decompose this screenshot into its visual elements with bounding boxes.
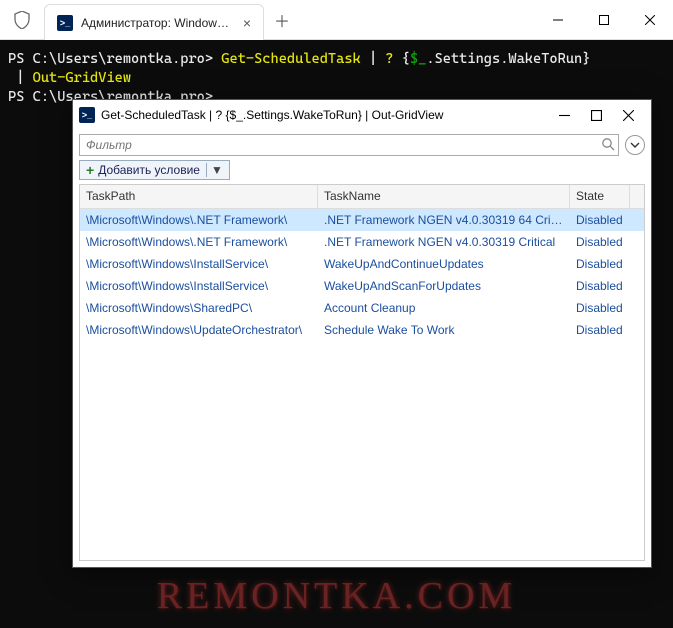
window-title: Get-ScheduledTask | ? {$_.Settings.WakeT…: [101, 108, 443, 122]
plus-icon: +: [86, 163, 94, 177]
window-buttons: [535, 0, 673, 39]
gridview-titlebar[interactable]: >_ Get-ScheduledTask | ? {$_.Settings.Wa…: [73, 100, 651, 130]
filter-input-wrap: [79, 134, 619, 156]
cell-taskname: WakeUpAndContinueUpdates: [318, 254, 570, 274]
add-criteria-button[interactable]: + Добавить условие ▼: [79, 160, 230, 180]
cell-state: Disabled: [570, 232, 630, 252]
add-criteria-label: Добавить условие: [98, 163, 200, 177]
variable: $_: [410, 51, 426, 67]
tab-close-icon[interactable]: ×: [243, 15, 251, 31]
table-row[interactable]: \Microsoft\Windows\.NET Framework\.NET F…: [80, 231, 644, 253]
tab-title: Администратор: Windows Po: [81, 16, 231, 30]
powershell-icon: >_: [57, 15, 73, 31]
search-icon[interactable]: [601, 137, 615, 154]
cell-state: Disabled: [570, 298, 630, 318]
maximize-button[interactable]: [589, 108, 603, 122]
filter-input[interactable]: [79, 134, 619, 156]
powershell-icon: >_: [79, 107, 95, 123]
column-taskname[interactable]: TaskName: [318, 185, 570, 208]
minimize-button[interactable]: [535, 0, 581, 39]
close-button[interactable]: [621, 108, 635, 122]
column-taskpath[interactable]: TaskPath: [80, 185, 318, 208]
chevron-down-icon: ▼: [206, 163, 223, 177]
grid-body[interactable]: \Microsoft\Windows\.NET Framework\.NET F…: [80, 209, 644, 560]
table-row[interactable]: \Microsoft\Windows\.NET Framework\.NET F…: [80, 209, 644, 231]
cell-taskname: Account Cleanup: [318, 298, 570, 318]
column-state[interactable]: State: [570, 185, 630, 208]
table-row[interactable]: \Microsoft\Windows\InstallService\WakeUp…: [80, 253, 644, 275]
cell-taskname: Schedule Wake To Work: [318, 320, 570, 340]
cell-taskpath: \Microsoft\Windows\InstallService\: [80, 276, 318, 296]
cmdlet: Out-GridView: [33, 70, 131, 86]
new-tab-button[interactable]: ＋: [264, 0, 300, 39]
shield-icon: [0, 0, 44, 39]
cell-taskpath: \Microsoft\Windows\.NET Framework\: [80, 210, 318, 230]
table-row[interactable]: \Microsoft\Windows\InstallService\WakeUp…: [80, 275, 644, 297]
cell-state: Disabled: [570, 276, 630, 296]
terminal-tab[interactable]: >_ Администратор: Windows Po ×: [44, 4, 264, 40]
cell-taskpath: \Microsoft\Windows\InstallService\: [80, 254, 318, 274]
minimize-button[interactable]: [557, 108, 571, 122]
expand-filter-button[interactable]: [625, 135, 645, 155]
cell-state: Disabled: [570, 210, 630, 230]
cell-state: Disabled: [570, 254, 630, 274]
outer-titlebar: >_ Администратор: Windows Po × ＋: [0, 0, 673, 40]
cell-taskpath: \Microsoft\Windows\SharedPC\: [80, 298, 318, 318]
table-row[interactable]: \Microsoft\Windows\SharedPC\Account Clea…: [80, 297, 644, 319]
cmdlet: Get-ScheduledTask: [221, 51, 360, 67]
prompt: PS C:\Users\remontka.pro>: [8, 51, 221, 67]
cell-taskpath: \Microsoft\Windows\UpdateOrchestrator\: [80, 320, 318, 340]
cell-taskpath: \Microsoft\Windows\.NET Framework\: [80, 232, 318, 252]
cell-taskname: .NET Framework NGEN v4.0.30319 64 Critic…: [318, 210, 570, 230]
maximize-button[interactable]: [581, 0, 627, 39]
cell-state: Disabled: [570, 320, 630, 340]
close-button[interactable]: [627, 0, 673, 39]
grid-header: TaskPath TaskName State: [80, 185, 644, 209]
table-row[interactable]: \Microsoft\Windows\UpdateOrchestrator\Sc…: [80, 319, 644, 341]
cell-taskname: .NET Framework NGEN v4.0.30319 Critical: [318, 232, 570, 252]
results-grid: TaskPath TaskName State \Microsoft\Windo…: [79, 184, 645, 561]
cell-taskname: WakeUpAndScanForUpdates: [318, 276, 570, 296]
out-gridview-window: >_ Get-ScheduledTask | ? {$_.Settings.Wa…: [72, 99, 652, 568]
